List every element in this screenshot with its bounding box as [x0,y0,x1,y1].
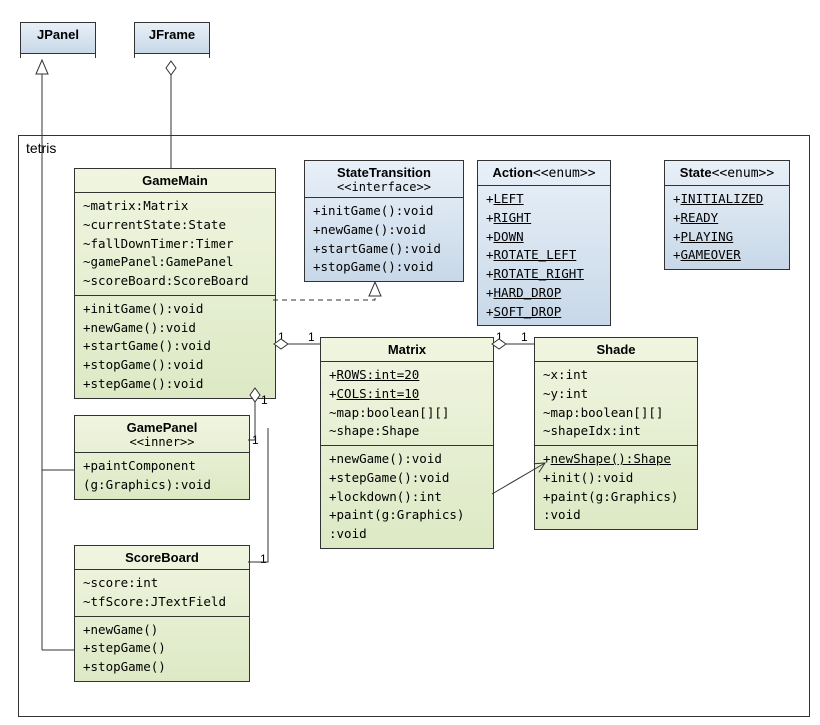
gamemain-attrs: ~matrix:Matrix~currentState:State~fallDo… [75,193,275,296]
mult: 1 [278,330,285,344]
gamemain-ops: +initGame():void+newGame():void+startGam… [75,296,275,398]
action-hdr: Action<<enum>> [478,161,610,186]
matrix-ops: +newGame():void+stepGame():void+lockdown… [321,446,493,548]
class-scoreboard: ScoreBoard ~score:int~tfScore:JTextField… [74,545,250,682]
scoreboard-attrs: ~score:int~tfScore:JTextField [75,570,249,617]
class-shade: Shade ~x:int~y:int~map:boolean[][]~shape… [534,337,698,530]
mult: 1 [260,552,267,566]
jpanel-notch [20,50,96,58]
interface-statetransition: StateTransition <<interface>> +initGame(… [304,160,464,282]
scoreboard-ops: +newGame()+stepGame()+stopGame() [75,617,249,681]
gamepanel-name: GamePanel [75,416,249,435]
mult: 1 [521,330,528,344]
class-gamepanel: GamePanel <<inner>> +paintComponent (g:G… [74,415,250,500]
mult: 1 [496,330,503,344]
statetransition-name: StateTransition [305,161,463,180]
shade-name: Shade [535,338,697,362]
jframe-name: JFrame [135,23,209,46]
enum-state: State<<enum>> +INITIALIZED+READY+PLAYING… [664,160,790,270]
class-matrix: Matrix +ROWS:int=20+COLS:int=10~map:bool… [320,337,494,549]
scoreboard-name: ScoreBoard [75,546,249,570]
gamepanel-stereo: <<inner>> [75,435,249,453]
matrix-name: Matrix [321,338,493,362]
class-gamemain: GameMain ~matrix:Matrix~currentState:Sta… [74,168,276,399]
mult: 1 [308,330,315,344]
state-values: +INITIALIZED+READY+PLAYING+GAMEOVER [665,186,789,269]
gamemain-name: GameMain [75,169,275,193]
package-label: tetris [26,140,56,156]
enum-action: Action<<enum>> +LEFT+RIGHT+DOWN+ROTATE_L… [477,160,611,326]
gamepanel-ops: +paintComponent (g:Graphics):void [75,453,249,499]
matrix-attrs: +ROWS:int=20+COLS:int=10~map:boolean[][]… [321,362,493,446]
shade-attrs: ~x:int~y:int~map:boolean[][]~shapeIdx:in… [535,362,697,446]
shade-ops: +newShape():Shape+init():void+paint(g:Gr… [535,446,697,529]
statetransition-stereo: <<interface>> [305,180,463,198]
action-values: +LEFT+RIGHT+DOWN+ROTATE_LEFT+ROTATE_RIGH… [478,186,610,325]
mult: 1 [261,393,268,407]
jframe-notch [134,50,210,58]
state-hdr: State<<enum>> [665,161,789,186]
statetransition-ops: +initGame():void+newGame():void+startGam… [305,198,463,281]
jpanel-name: JPanel [21,23,95,46]
mult: 1 [252,433,259,447]
